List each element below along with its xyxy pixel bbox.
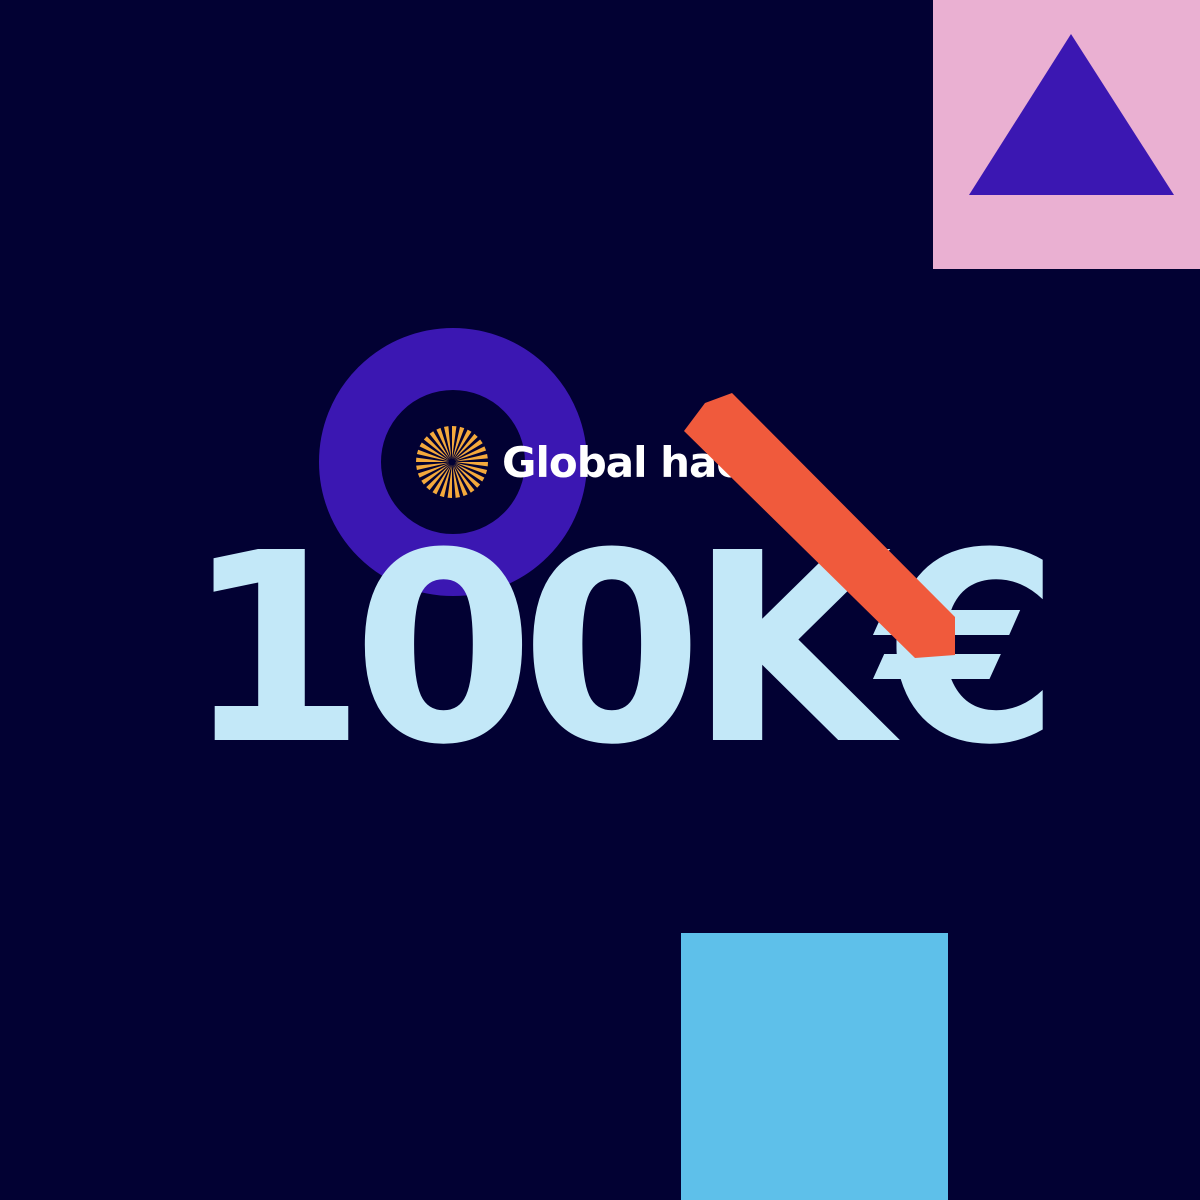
pink-tile (933, 0, 1200, 269)
prize-amount: 100K€ (184, 497, 1060, 802)
brand-name: Global hack (502, 437, 768, 487)
square-icon (681, 933, 948, 1200)
sunburst-icon (416, 426, 488, 498)
brand-logo: Global hack (414, 425, 768, 499)
triangle-icon (969, 34, 1174, 195)
promo-canvas: Global hack 100K€ (0, 0, 1200, 1200)
